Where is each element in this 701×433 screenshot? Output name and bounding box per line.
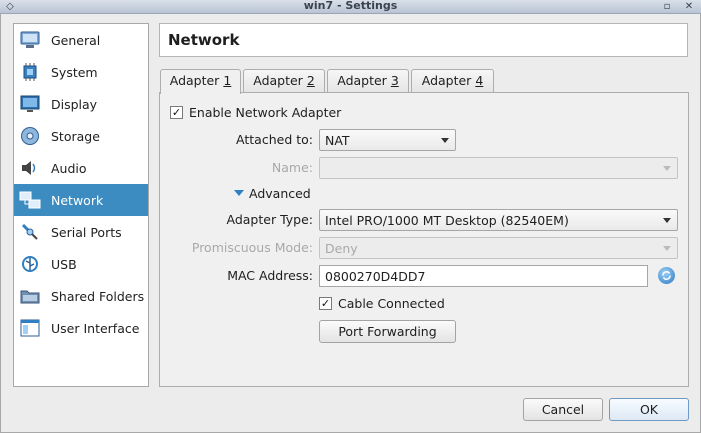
- general-icon: [19, 29, 41, 51]
- mac-address-field[interactable]: [319, 265, 648, 287]
- sidebar-item-label: User Interface: [51, 320, 140, 336]
- sidebar-item-label: Serial Ports: [51, 224, 122, 240]
- tab-label: Adapter: [337, 73, 391, 88]
- tab-label: Adapter: [253, 73, 307, 88]
- tab-shortcut: 2: [306, 73, 315, 88]
- tab-adapter-2[interactable]: Adapter 2: [243, 69, 325, 93]
- sidebar-item-label: USB: [51, 256, 77, 272]
- tab-shortcut: 4: [475, 73, 484, 88]
- tab-adapter-1[interactable]: Adapter 1: [160, 69, 241, 94]
- tab-adapter-4[interactable]: Adapter 4: [411, 69, 494, 93]
- window-menu-icon[interactable]: ◇: [4, 1, 16, 12]
- storage-icon: [19, 125, 41, 147]
- tab-shortcut: 1: [223, 73, 232, 88]
- usb-icon: [19, 253, 41, 275]
- ok-button[interactable]: OK: [609, 398, 689, 421]
- sidebar-item-label: Audio: [51, 160, 87, 176]
- ok-label: OK: [639, 402, 659, 417]
- sidebar-item-network[interactable]: Network: [14, 184, 148, 216]
- tab-adapter-3[interactable]: Adapter 3: [327, 69, 409, 93]
- mac-address-input[interactable]: [320, 266, 647, 286]
- system-icon: [19, 61, 41, 83]
- page-title: Network: [168, 31, 240, 49]
- audio-icon: [19, 157, 41, 179]
- sidebar-item-shared-folders[interactable]: Shared Folders: [14, 280, 148, 312]
- sidebar-item-serial-ports[interactable]: Serial Ports: [14, 216, 148, 248]
- sidebar-item-label: Display: [51, 96, 98, 112]
- window-title: win7 - Settings: [303, 0, 398, 12]
- title-bar: win7 - Settings ◇ ▫ ✕: [0, 0, 701, 14]
- user-interface-icon: [19, 317, 41, 339]
- cancel-label: Cancel: [541, 402, 585, 417]
- sidebar-item-label: Storage: [51, 128, 100, 144]
- serial-ports-icon: [19, 221, 41, 243]
- sidebar-item-label: Shared Folders: [51, 288, 145, 304]
- maximize-icon[interactable]: ▫: [661, 1, 673, 12]
- network-icon: [19, 189, 41, 211]
- sidebar-item-usb[interactable]: USB: [14, 248, 148, 280]
- settings-sidebar: General System Display Storage Audio Net…: [13, 23, 149, 387]
- sidebar-item-display[interactable]: Display: [14, 88, 148, 120]
- sidebar-item-label: System: [51, 64, 98, 80]
- sidebar-item-general[interactable]: General: [14, 24, 148, 56]
- sidebar-item-system[interactable]: System: [14, 56, 148, 88]
- tab-shortcut: 3: [390, 73, 399, 88]
- display-icon: [19, 93, 41, 115]
- tab-label: Adapter: [421, 73, 476, 88]
- adapter-panel: [159, 92, 689, 387]
- sidebar-item-label: Network: [51, 192, 104, 208]
- sidebar-item-label: General: [51, 32, 101, 48]
- sidebar-item-storage[interactable]: Storage: [14, 120, 148, 152]
- tab-label: Adapter: [169, 73, 224, 88]
- page-header: Network: [159, 23, 688, 57]
- shared-folders-icon: [19, 285, 41, 307]
- cancel-button[interactable]: Cancel: [523, 398, 603, 421]
- sidebar-item-audio[interactable]: Audio: [14, 152, 148, 184]
- close-icon[interactable]: ✕: [683, 1, 695, 12]
- sidebar-item-user-interface[interactable]: User Interface: [14, 312, 148, 344]
